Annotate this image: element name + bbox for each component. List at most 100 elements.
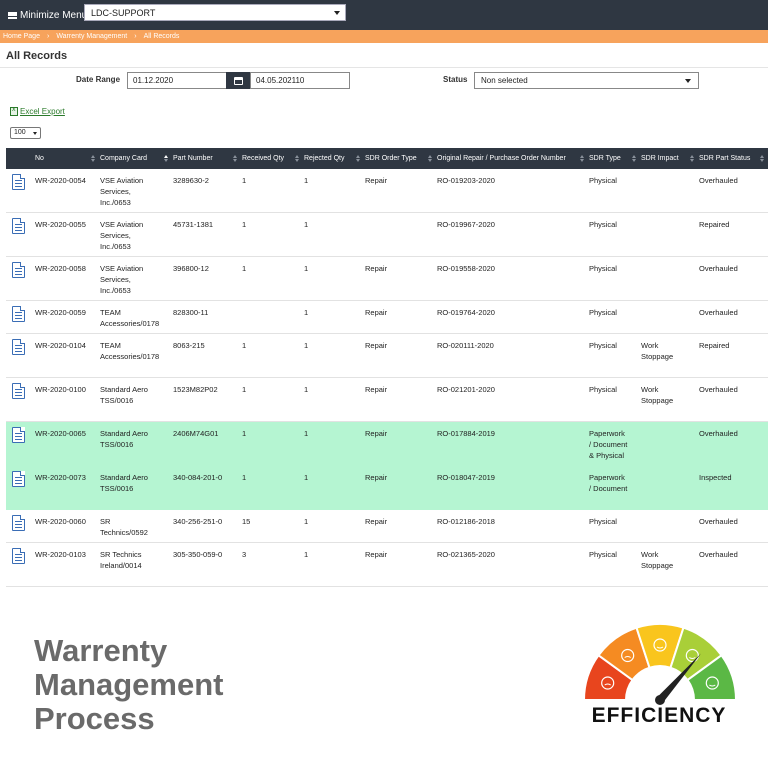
document-icon[interactable] [12,218,25,234]
cell-part-status: Overhauled [699,550,738,559]
cell-company: SR Technics Ireland/0014 [100,550,142,570]
cell-part-status: Overhauled [699,176,738,185]
efficiency-label: EFFICIENCY [591,704,727,727]
cell-part-status: Overhauled [699,385,738,394]
column-header-received-qty[interactable]: Received Qty [242,148,303,169]
cell-part: 3289630-2 [173,176,209,185]
document-icon[interactable] [12,427,25,443]
table-row[interactable]: WR-2020-0054 VSE Aviation Services, Inc./… [6,169,768,213]
cell-part: 396800-12 [173,264,209,273]
document-icon[interactable] [12,383,25,399]
chevron-down-icon [685,79,691,83]
menu-icon [8,11,17,19]
cell-no: WR-2020-0054 [35,176,86,185]
sort-icon [632,155,636,163]
cell-part-status: Overhauled [699,308,738,317]
column-header-company[interactable]: Company Card [100,148,172,169]
table-row[interactable]: WR-2020-0059 TEAM Accessories/0178 828300-… [6,301,768,334]
document-icon[interactable] [12,174,25,190]
status-label: Status [443,75,468,84]
table-row[interactable]: WR-2020-0073 Standard Aero TSS/0016 340-08… [6,466,768,510]
document-icon[interactable] [12,262,25,278]
page-size-value: 100 [14,129,26,136]
page-title: All Records [6,50,68,62]
cell-rejected-qty: 1 [304,473,309,482]
column-header-sdr-type[interactable]: SDR Type [589,148,640,169]
cell-company: VSE Aviation Services, Inc./0653 [100,220,144,251]
cell-received-qty: 1 [242,473,247,482]
cell-received-qty: 1 [242,176,247,185]
column-header-part[interactable]: Part Number [173,148,241,169]
cell-rejected-qty: 1 [304,550,309,559]
cell-sdr-type: Physical [589,264,617,273]
column-header-po-number[interactable]: Original Repair / Purchase Order Number [437,148,588,169]
column-header-rejected-qty[interactable]: Rejected Qty [304,148,364,169]
breadcrumb-home[interactable]: Home Page [3,33,40,40]
cell-no: WR-2020-0100 [35,385,86,394]
cell-sdr-type: Physical [589,220,617,229]
cell-sdr-type: Physical [589,308,617,317]
document-icon[interactable] [12,339,25,355]
cell-rejected-qty: 1 [304,517,309,526]
column-header-part-status[interactable]: SDR Part Status [699,148,768,169]
cell-sdr-impact: Work Stoppage [641,341,674,361]
sort-icon [233,155,237,163]
status-select[interactable]: Non selected [474,72,699,89]
sort-icon [91,155,95,163]
cell-order-type: Repair [365,550,388,559]
sort-icon [428,155,432,163]
breadcrumb-warranty[interactable]: Warrenty Management [56,33,127,40]
cell-company: TEAM Accessories/0178 [100,341,160,361]
table-row[interactable]: WR-2020-0103 SR Technics Ireland/0014 305-… [6,543,768,587]
cell-part: 1523M82P02 [173,385,218,394]
minimize-menu-button[interactable]: Minimize Menu [8,10,87,21]
page-size-select[interactable]: 100 [10,127,41,139]
document-icon[interactable] [12,515,25,531]
date-to-input[interactable]: 04.05.202110 [250,72,350,89]
cell-po-number: RO-019203-2020 [437,176,495,185]
cell-no: WR-2020-0058 [35,264,86,273]
cell-po-number: RO-021365-2020 [437,550,495,559]
cell-sdr-impact: Work Stoppage [641,385,674,405]
column-header-no[interactable]: No [35,148,99,169]
cell-received-qty: 15 [242,517,251,526]
cell-part: 305-350-059-0 [173,550,223,559]
banner-title-line: Process [34,701,155,736]
cell-po-number: RO-017884-2019 [437,429,495,438]
cell-part: 340-256-251-0 [173,517,223,526]
cell-no: WR-2020-0060 [35,517,86,526]
table-row[interactable]: WR-2020-0100 Standard Aero TSS/0016 1523M8… [6,378,768,422]
breadcrumb: Home Page › Warrenty Management › All Re… [0,30,768,43]
table-row[interactable]: WR-2020-0060 SR Technics/0592 340-256-251-… [6,510,768,543]
column-header-label: SDR Type [589,155,621,162]
calendar-button[interactable] [226,72,250,89]
cell-received-qty: 1 [242,385,247,394]
cell-received-qty: 1 [242,220,247,229]
document-icon[interactable] [12,471,25,487]
date-from-input[interactable]: 01.12.2020 [127,72,227,89]
organization-select[interactable]: LDC-SUPPORT [84,4,346,21]
cell-po-number: RO-019967-2020 [437,220,495,229]
column-header-label: Part Number [173,155,213,162]
cell-no: WR-2020-0103 [35,550,86,559]
cell-company: VSE Aviation Services, Inc./0653 [100,264,144,295]
cell-no: WR-2020-0055 [35,220,86,229]
divider [0,67,768,68]
column-header-sdr-impact[interactable]: SDR Impact [641,148,698,169]
cell-order-type: Repair [365,341,388,350]
sort-icon [690,155,694,163]
cell-part-status: Repaired [699,220,730,229]
document-icon[interactable] [12,548,25,564]
excel-export-link[interactable]: Excel Export [10,106,65,116]
table-row[interactable]: WR-2020-0058 VSE Aviation Services, Inc./… [6,257,768,301]
cell-rejected-qty: 1 [304,264,309,273]
table-row[interactable]: WR-2020-0055 VSE Aviation Services, Inc./… [6,213,768,257]
column-header-label: SDR Part Status [699,155,751,162]
records-table: No Company Card Part Number Received Qty Rej… [6,148,768,594]
cell-no: WR-2020-0104 [35,341,86,350]
cell-company: VSE Aviation Services, Inc./0653 [100,176,144,207]
table-row[interactable]: WR-2020-0104 TEAM Accessories/0178 8063-21… [6,334,768,378]
document-icon[interactable] [12,306,25,322]
table-row[interactable]: WR-2020-0065 Standard Aero TSS/0016 2406M7… [6,422,768,466]
column-header-order-type[interactable]: SDR Order Type [365,148,436,169]
